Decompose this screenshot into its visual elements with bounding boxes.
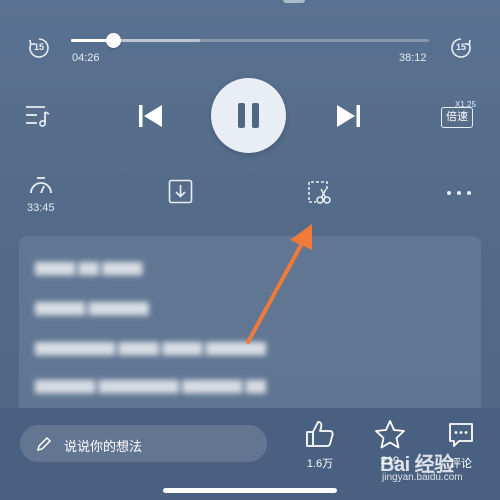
baidu-jingyan-watermark: Bai 经验 jingyan.baidu.com [380,444,500,494]
more-button[interactable] [446,190,472,196]
annotation-arrow-icon [246,224,312,344]
scissors-clip-icon [308,181,331,204]
home-indicator [163,488,337,493]
download-button[interactable] [168,179,193,204]
elapsed-time: 04:26 [72,52,100,64]
pencil-icon [36,436,52,452]
skip-back-seconds: 15 [33,42,44,52]
blurred-text-line: ▇▇▇▇▇▇ ▇▇▇▇▇▇▇▇ ▇▇▇▇▇▇ ▇▇ [35,378,266,393]
playlist-icon [26,106,50,127]
comment-placeholder: 说说你的想法 [64,439,143,454]
skip-forward-seconds: 15 [455,42,466,52]
progress-thumb[interactable] [106,33,122,48]
next-button[interactable] [335,103,361,129]
pause-icon-bar [252,103,259,128]
watermark-sub: jingyan.baidu.com [382,472,463,483]
timer-label: 33:45 [27,202,55,214]
speed-button[interactable]: 倍速 [441,107,473,128]
like-button[interactable] [305,420,335,448]
skip-forward-15-button[interactable]: 15 [449,36,473,60]
total-time: 38:12 [399,52,427,64]
clip-button[interactable] [307,180,331,206]
download-icon [168,179,193,204]
top-handle [283,0,305,3]
pause-button[interactable] [211,78,286,153]
thumbs-up-icon [306,421,334,447]
blurred-text-line: ▇▇▇▇ ▇▇ ▇▇▇▇ [35,260,143,275]
playlist-button[interactable] [25,104,53,128]
comment-input[interactable]: 说说你的想法 [20,425,267,462]
more-dots-icon [447,191,471,195]
like-count: 1.6万 [306,458,334,470]
skip-back-15-button[interactable]: 15 [27,36,51,60]
previous-button[interactable] [138,103,164,129]
timer-icon [30,177,52,194]
skip-next-icon [337,105,360,127]
pause-icon [238,103,245,128]
skip-previous-icon [139,105,162,127]
sleep-timer-button[interactable] [29,176,53,196]
